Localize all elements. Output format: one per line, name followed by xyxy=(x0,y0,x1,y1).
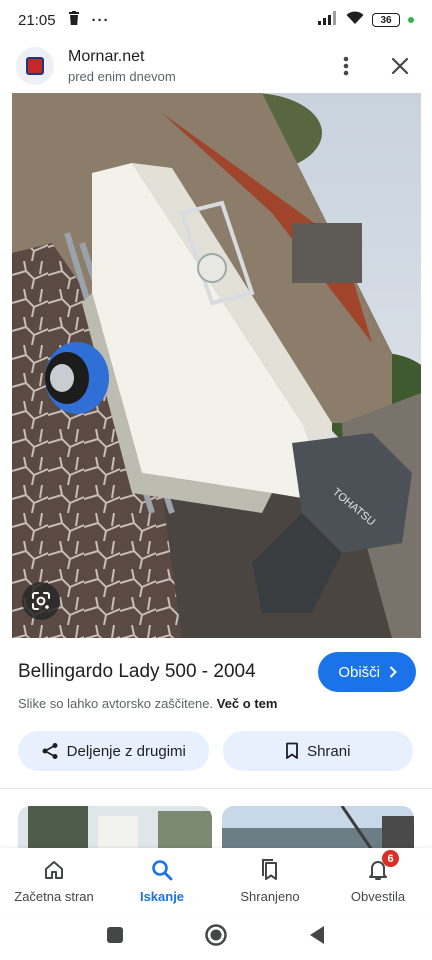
learn-more-link[interactable]: Več o tem xyxy=(217,696,278,711)
result-title: Bellingardo Lady 500 - 2004 xyxy=(18,661,256,682)
nav-item-label: Shranjeno xyxy=(240,889,300,904)
notification-badge: 6 xyxy=(382,850,399,867)
posted-time: pred enim dnevom xyxy=(68,69,176,84)
close-icon[interactable] xyxy=(384,50,416,82)
share-button-label: Deljenje z drugimi xyxy=(66,742,186,760)
status-bar: 21:05 ··· 36 xyxy=(0,0,432,40)
battery-icon: 36 xyxy=(372,13,400,27)
copyright-notice: Slike so lahko avtorsko zaščitene. Več o… xyxy=(18,696,277,711)
result-actions: Deljenje z drugimi Shrani xyxy=(18,731,413,771)
search-icon xyxy=(150,858,174,882)
chevron-right-icon xyxy=(390,666,397,678)
system-navigation-bar xyxy=(0,914,432,960)
nav-item-label: Obvestila xyxy=(350,889,406,904)
google-lens-button[interactable] xyxy=(22,582,60,620)
status-time: 21:05 xyxy=(18,11,56,29)
save-button-label: Shrani xyxy=(307,742,351,760)
site-logo[interactable] xyxy=(16,47,54,85)
related-image-thumbnail[interactable] xyxy=(18,806,212,850)
boat-photo: TOHATSU xyxy=(12,93,421,638)
saved-icon xyxy=(258,858,282,882)
back-icon[interactable] xyxy=(308,925,326,950)
nav-item-label: Začetna stran xyxy=(14,889,94,904)
nav-item-home[interactable]: Začetna stran xyxy=(0,848,108,914)
wifi-icon xyxy=(346,11,364,29)
lens-icon xyxy=(32,592,50,610)
more-options-icon[interactable] xyxy=(330,50,362,82)
save-button[interactable]: Shrani xyxy=(222,731,413,771)
privacy-indicator-dot xyxy=(408,17,414,23)
copyright-text: Slike so lahko avtorsko zaščitene. xyxy=(18,696,214,711)
visit-button[interactable]: Obišči xyxy=(318,652,416,692)
visit-button-label: Obišči xyxy=(338,663,380,681)
bookmark-icon xyxy=(286,742,298,759)
divider xyxy=(0,788,432,789)
nav-item-label: Iskanje xyxy=(139,889,185,904)
bottom-navigation: Začetna stran Iskanje Shranjeno 6 Obvest… xyxy=(0,848,432,914)
nav-item-notifications[interactable]: 6 Obvestila xyxy=(324,848,432,914)
share-button[interactable]: Deljenje z drugimi xyxy=(18,731,209,771)
signal-icon xyxy=(318,11,338,29)
trash-icon xyxy=(68,11,80,29)
site-name[interactable]: Mornar.net xyxy=(68,48,176,66)
result-header: Mornar.net pred enim dnevom xyxy=(0,40,432,92)
bell-icon: 6 xyxy=(366,850,399,882)
home-button-icon[interactable] xyxy=(204,923,228,952)
result-image[interactable]: TOHATSU xyxy=(12,93,421,638)
related-image-thumbnail[interactable] xyxy=(222,806,414,850)
nav-item-search[interactable]: Iskanje xyxy=(108,848,216,914)
recent-apps-icon[interactable] xyxy=(106,926,124,949)
more-notifications-icon: ··· xyxy=(91,11,110,29)
result-title-row: Bellingardo Lady 500 - 2004 Obišči xyxy=(18,652,416,692)
home-icon xyxy=(42,858,66,882)
nav-item-saved[interactable]: Shranjeno xyxy=(216,848,324,914)
share-icon xyxy=(42,743,58,759)
